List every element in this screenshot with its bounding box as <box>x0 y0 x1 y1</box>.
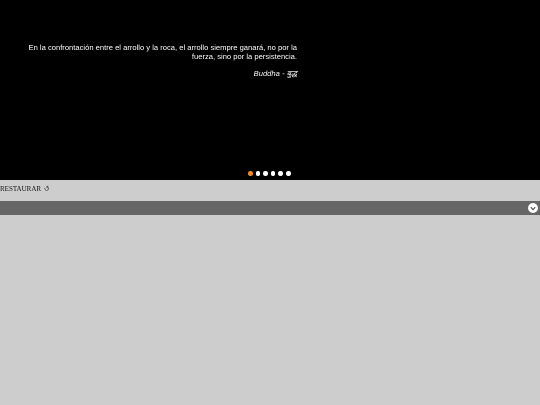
slide-dot-5[interactable] <box>278 171 283 176</box>
restore-label: RESTAURAR <box>0 185 42 193</box>
slide-dot-3[interactable] <box>263 171 268 176</box>
restore-button[interactable]: RESTAURAR ↺ <box>0 184 52 194</box>
quote-author: Buddha - बुद्ध <box>253 69 297 78</box>
quote-text: En la confrontación entre el arrollo y l… <box>28 43 297 62</box>
quote-hero: En la confrontación entre el arrollo y l… <box>0 0 540 180</box>
slide-dot-6[interactable] <box>285 171 291 176</box>
chevron-down-icon[interactable] <box>528 203 538 213</box>
slide-dot-4[interactable] <box>270 171 276 176</box>
slide-dot-1[interactable] <box>248 171 253 176</box>
undo-arrow-icon: ↺ <box>42 184 52 194</box>
slide-pager <box>248 171 291 177</box>
collapsible-bar[interactable] <box>0 201 540 215</box>
slide-dot-2[interactable] <box>255 171 261 176</box>
